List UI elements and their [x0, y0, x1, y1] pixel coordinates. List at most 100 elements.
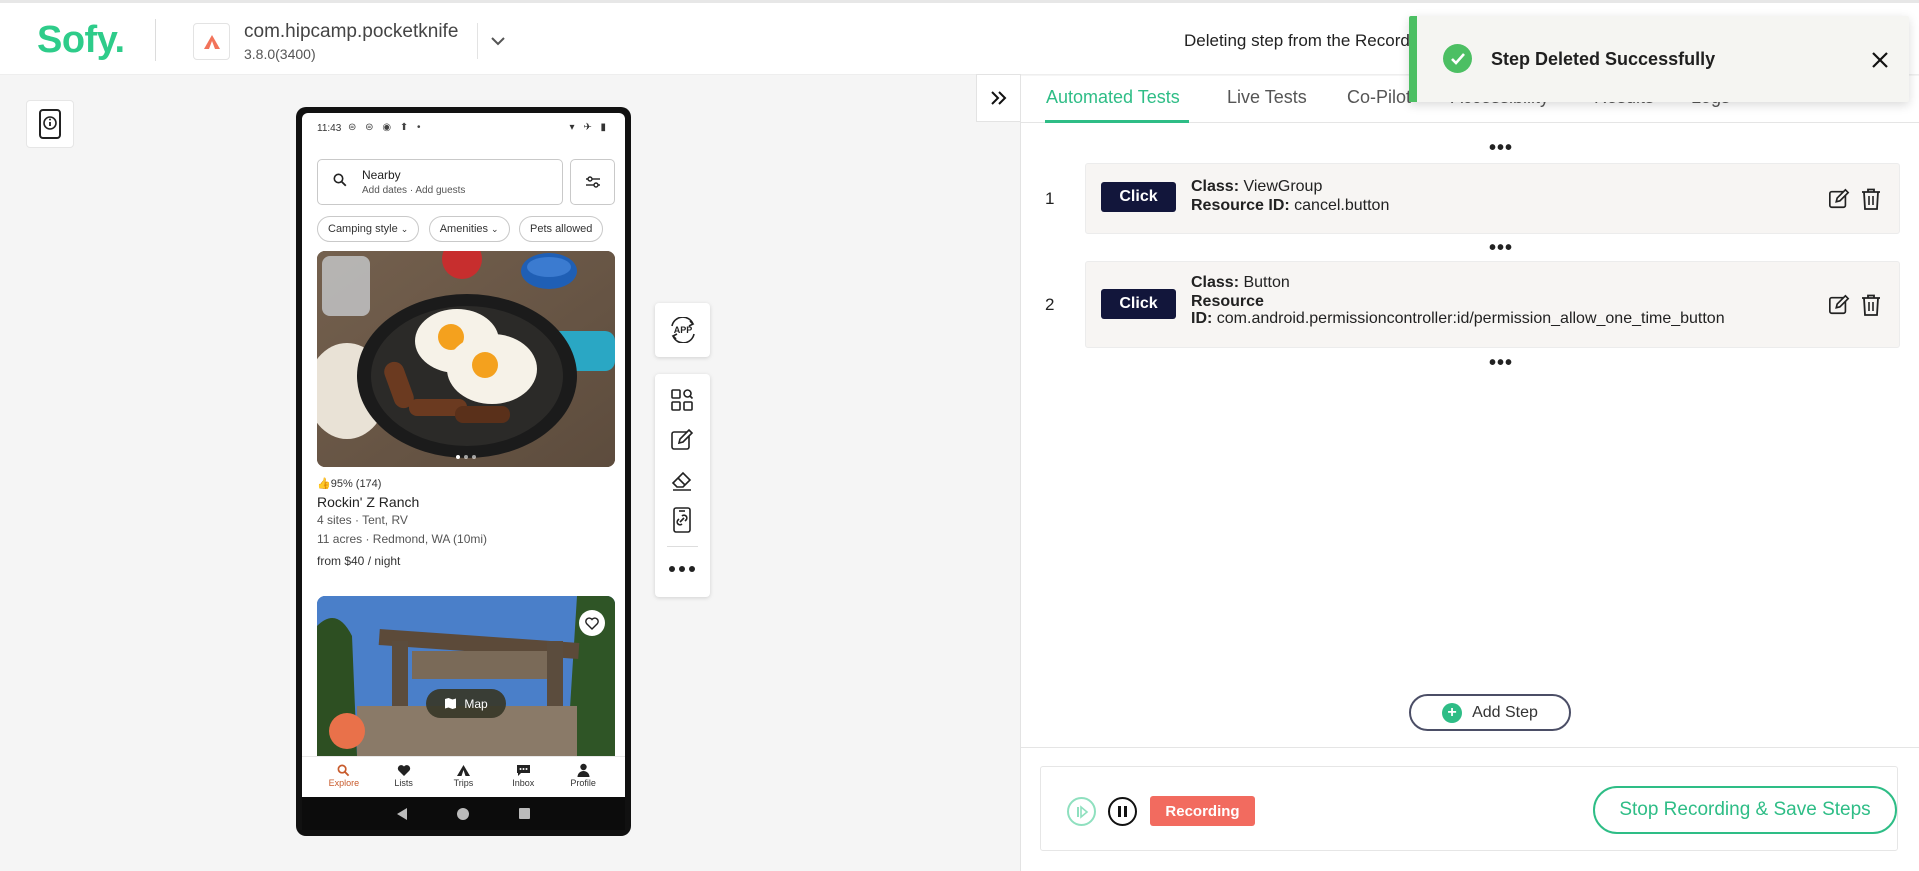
ranch-gate-image: [317, 596, 615, 756]
eraser-icon[interactable]: [668, 466, 696, 494]
close-icon[interactable]: [1869, 49, 1891, 71]
search-bar[interactable]: Nearby Add dates · Add guests: [317, 159, 563, 205]
check-circle-icon: [1443, 44, 1472, 73]
filter-button[interactable]: [570, 159, 615, 205]
filter-chips: Camping style ⌄ Amenities ⌄ Pets allowed: [317, 216, 625, 242]
signal-battery-icons: ▾ ✈ ▮: [569, 122, 609, 133]
element-inspector-icon[interactable]: [668, 386, 696, 414]
app-version: 3.8.0(3400): [244, 46, 316, 62]
device-screen[interactable]: 11:43 ⊜ ⊜ ◉ ⬆ • ▾ ✈ ▮ Nearby Add dates ·…: [302, 113, 625, 797]
listing-location: 11 acres · Redmond, WA (10mi): [317, 532, 488, 546]
chat-icon: [516, 764, 530, 776]
dropdown-divider: [477, 23, 478, 59]
favorite-button[interactable]: [579, 610, 605, 636]
device-link-icon[interactable]: [668, 506, 696, 534]
app-package-name: com.hipcamp.pocketknife: [244, 21, 459, 42]
success-toast: Step Deleted Successfully: [1409, 16, 1909, 102]
search-icon: [337, 764, 350, 776]
sofy-logo[interactable]: Sofy.: [37, 19, 125, 62]
step-details: Class: Button Resource ID: com.android.p…: [1191, 274, 1725, 327]
step-card[interactable]: Click Class: ViewGroup Resource ID: canc…: [1085, 163, 1900, 234]
add-step-button[interactable]: + Add Step: [1409, 694, 1571, 731]
toast-message: Step Deleted Successfully: [1491, 49, 1716, 69]
edit-icon: [1829, 294, 1850, 315]
chevron-down-icon: [491, 37, 505, 46]
edit-icon[interactable]: [668, 426, 696, 454]
heart-icon: [397, 764, 410, 776]
app-refresh-icon: APP: [670, 317, 695, 343]
phone-info-icon: [39, 109, 61, 139]
plus-icon: +: [1442, 702, 1463, 723]
delete-step-button[interactable]: [1859, 187, 1883, 211]
skillet-eggs-image: [317, 251, 615, 467]
insert-step-menu[interactable]: •••: [1489, 353, 1513, 373]
recents-icon[interactable]: [519, 808, 530, 819]
edit-icon: [1829, 188, 1850, 209]
insert-step-menu[interactable]: •••: [1489, 138, 1513, 158]
carousel-dots: [456, 455, 476, 459]
step-number: 1: [1045, 189, 1055, 208]
android-nav-bar: [302, 797, 625, 830]
step-number: 2: [1045, 295, 1055, 314]
action-badge: Click: [1101, 182, 1176, 212]
app-select-dropdown[interactable]: [485, 28, 511, 54]
active-tab-indicator: [1045, 120, 1189, 123]
listing-price: from $40 / night: [317, 554, 401, 568]
trash-icon: [1862, 294, 1880, 316]
listing-photo-gate[interactable]: Map: [317, 596, 615, 756]
listing-photo-breakfast[interactable]: [317, 251, 615, 467]
insert-step-menu[interactable]: •••: [1489, 238, 1513, 258]
tool-panel: [655, 374, 710, 597]
tab-explore[interactable]: Explore: [319, 757, 369, 797]
more-icon[interactable]: [668, 555, 696, 583]
chip-camping-style[interactable]: Camping style ⌄: [317, 216, 420, 242]
hipcamp-tent-icon: [203, 34, 220, 49]
play-icon[interactable]: [1067, 797, 1096, 826]
status-message: Deleting step from the Recording: [1184, 31, 1416, 50]
tab-lists[interactable]: Lists: [379, 757, 429, 797]
tab-profile[interactable]: Profile: [558, 757, 608, 797]
listing-name[interactable]: Rockin' Z Ranch: [317, 494, 419, 510]
device-frame: 11:43 ⊜ ⊜ ◉ ⬆ • ▾ ✈ ▮ Nearby Add dates ·…: [296, 107, 631, 836]
header-divider: [155, 19, 156, 61]
tab-trips[interactable]: Trips: [438, 757, 488, 797]
tool-separator: [667, 546, 698, 547]
delete-step-button[interactable]: [1859, 293, 1883, 317]
search-title: Nearby: [362, 168, 401, 182]
tab-inbox[interactable]: Inbox: [498, 757, 548, 797]
tab-live-tests[interactable]: Live Tests: [1227, 87, 1307, 108]
heart-icon: [585, 616, 599, 630]
map-button[interactable]: Map: [426, 689, 506, 718]
notification-icons: ⊜ ⊜ ◉ ⬆ •: [348, 122, 424, 133]
stop-recording-button[interactable]: Stop Recording & Save Steps: [1593, 786, 1897, 834]
device-status-bar: 11:43 ⊜ ⊜ ◉ ⬆ • ▾ ✈ ▮: [302, 113, 625, 141]
svg-text:APP: APP: [673, 325, 692, 335]
edit-step-button[interactable]: [1827, 293, 1851, 317]
pause-icon[interactable]: [1108, 797, 1137, 826]
tab-co-pilot[interactable]: Co-Pilot: [1347, 87, 1411, 108]
sliders-icon: [585, 176, 600, 188]
edit-step-button[interactable]: [1827, 187, 1851, 211]
listing-sites: 4 sites · Tent, RV: [317, 513, 408, 527]
collapse-panel-button[interactable]: [976, 74, 1021, 122]
test-panel: Automated Tests Live Tests Co-Pilot Acce…: [1020, 76, 1919, 871]
back-icon[interactable]: [397, 807, 407, 820]
chip-pets-allowed[interactable]: Pets allowed: [519, 216, 604, 242]
step-card[interactable]: Click Class: Button Resource ID: com.and…: [1085, 261, 1900, 348]
status-time: 11:43: [317, 123, 342, 134]
app-icon: [193, 23, 230, 60]
action-badge: Click: [1101, 289, 1176, 319]
step-details: Class: ViewGroup Resource ID: cancel.but…: [1191, 178, 1390, 214]
recording-badge: Recording: [1150, 796, 1255, 826]
tab-automated-tests[interactable]: Automated Tests: [1046, 87, 1180, 108]
listing-rating: 👍95% (174): [317, 478, 382, 490]
person-icon: [577, 763, 590, 777]
home-icon[interactable]: [457, 807, 469, 820]
device-info-button[interactable]: [26, 100, 74, 148]
trash-icon: [1862, 188, 1880, 210]
double-chevron-right-icon: [990, 91, 1006, 105]
search-subtitle: Add dates · Add guests: [362, 185, 466, 196]
tent-icon: [456, 764, 470, 776]
app-switch-button[interactable]: APP: [655, 303, 710, 357]
chip-amenities[interactable]: Amenities ⌄: [428, 216, 510, 242]
